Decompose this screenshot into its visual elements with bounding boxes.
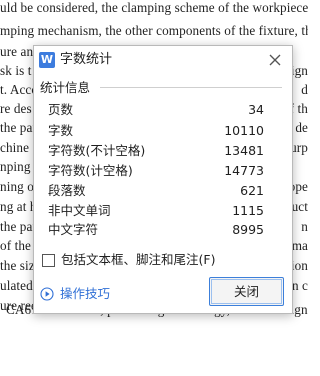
stat-row-paragraphs: 段落数 621 — [48, 181, 280, 201]
doc-line: chine — [0, 140, 30, 155]
stat-value: 1115 — [232, 203, 264, 218]
stat-value: 13481 — [224, 143, 264, 158]
doc-fragment: d — [301, 82, 308, 97]
stat-value: 14773 — [224, 163, 264, 178]
play-circle-icon — [40, 287, 54, 301]
stat-value: 621 — [240, 183, 264, 198]
checkbox-label[interactable]: 包括文本框、脚注和尾注(F) — [61, 251, 215, 269]
group-divider — [100, 87, 282, 88]
stat-label: 非中文单词 — [48, 203, 111, 218]
word-count-dialog: W 字数统计 统计信息 页数 34 字数 10110 字符数(不计空格) 134… — [33, 45, 293, 314]
stat-label: 字数 — [48, 123, 74, 138]
doc-line: ulated — [0, 278, 33, 293]
doc-fragment: uct — [291, 199, 308, 214]
stat-row-non-chinese-words: 非中文单词 1115 — [48, 201, 280, 221]
doc-line: sk is t — [0, 63, 32, 78]
stat-row-chars-with-spaces: 字符数(计空格) 14773 — [48, 161, 280, 181]
doc-line: the par — [0, 120, 37, 135]
stat-label: 页数 — [48, 102, 74, 117]
tips-label[interactable]: 操作技巧 — [60, 285, 110, 303]
doc-fragment: ign — [290, 63, 308, 78]
stat-label: 段落数 — [48, 183, 86, 198]
stat-label: 字符数(不计空格) — [48, 143, 146, 158]
doc-line: mping mechanism, the other components of… — [0, 23, 308, 38]
stat-row-chinese-chars: 中文字符 8995 — [48, 220, 280, 240]
stat-value: 8995 — [232, 222, 264, 237]
group-title: 统计信息 — [40, 80, 95, 95]
stat-label: 字符数(计空格) — [48, 163, 133, 178]
stat-label: 中文字符 — [48, 222, 99, 237]
doc-line: re des — [0, 101, 32, 116]
stat-value: 34 — [248, 102, 264, 117]
dialog-titlebar[interactable]: W 字数统计 — [34, 46, 292, 74]
doc-line: uld be considered, the clamping scheme o… — [0, 0, 308, 15]
stat-row-words: 字数 10110 — [48, 121, 280, 141]
doc-fragment: n c — [291, 278, 308, 293]
close-icon[interactable] — [265, 50, 285, 70]
doc-line: the par — [0, 219, 37, 234]
stat-row-chars-no-spaces: 字符数(不计空格) 13481 — [48, 141, 280, 161]
checkbox-box[interactable] — [42, 254, 55, 267]
doc-fragment: ion — [290, 258, 308, 273]
doc-fragment: n — [301, 219, 308, 234]
stat-value: 10110 — [224, 123, 264, 138]
stat-row-pages: 页数 34 — [48, 100, 280, 120]
doc-line: of the — [0, 238, 31, 253]
close-button[interactable]: 关闭 — [209, 277, 284, 306]
wps-app-icon: W — [39, 52, 55, 68]
doc-fragment: ma — [291, 238, 308, 253]
dialog-title: 字数统计 — [60, 52, 113, 67]
